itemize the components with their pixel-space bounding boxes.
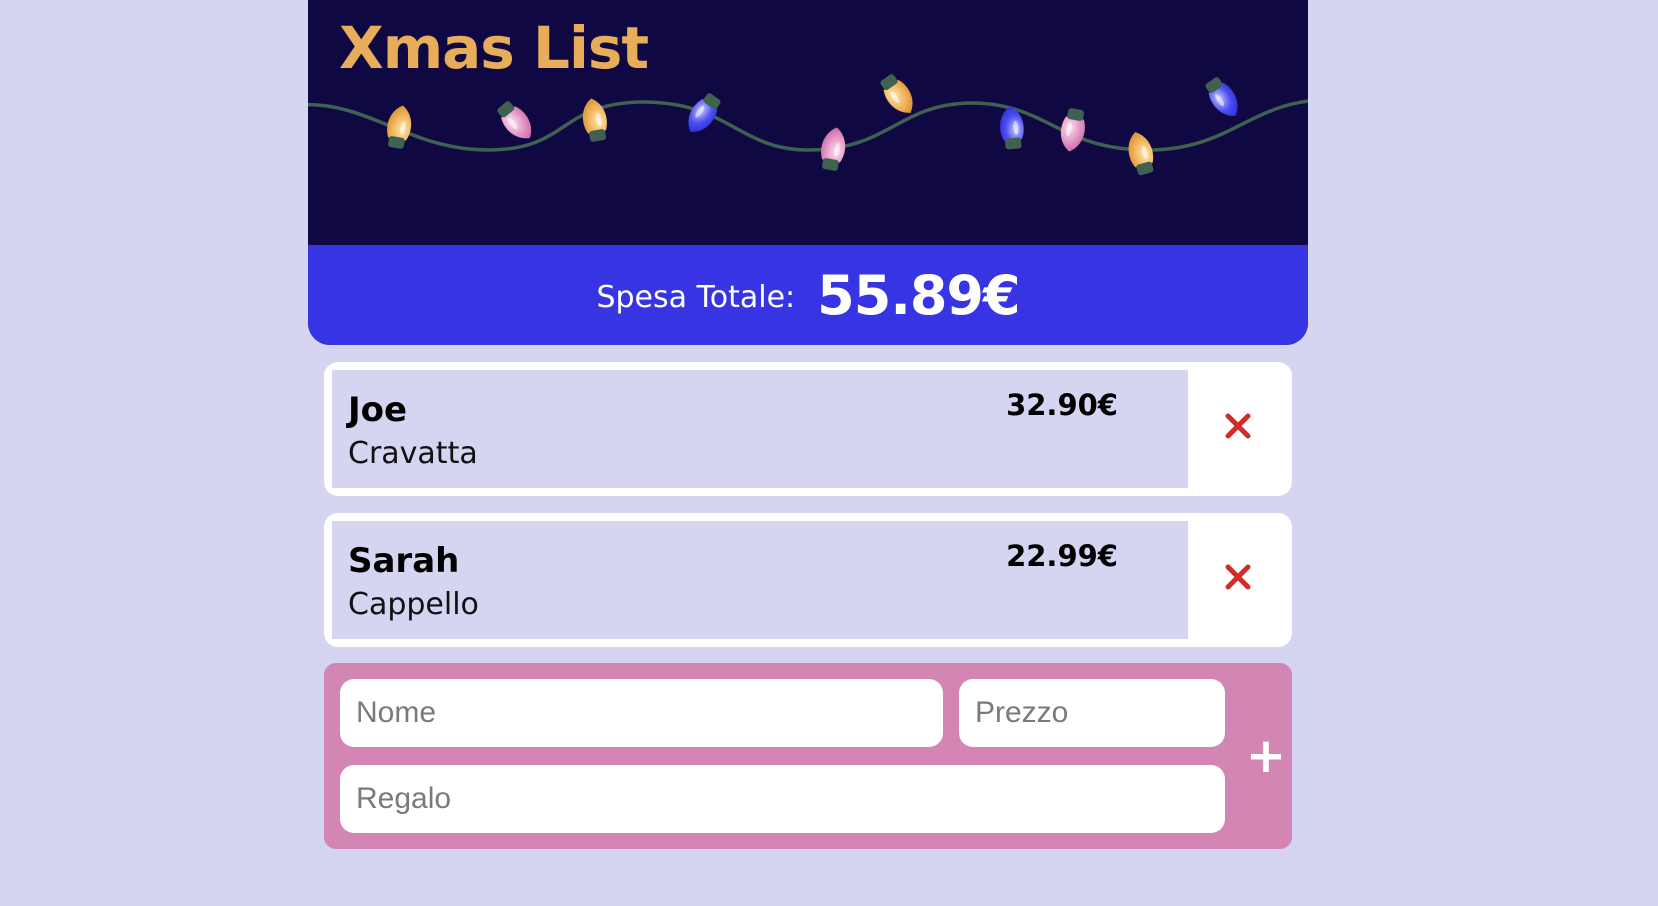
gift-recipient-name: Joe	[348, 390, 408, 430]
gift-item: Cravatta	[348, 436, 478, 471]
light-bulb-icon	[582, 98, 607, 142]
close-icon	[1225, 413, 1251, 439]
delete-button[interactable]	[1218, 557, 1258, 597]
light-bulb-icon	[1205, 77, 1238, 116]
christmas-lights-icon	[308, 74, 1308, 176]
close-icon	[1225, 564, 1251, 590]
light-bulb-icon	[880, 74, 913, 113]
gift-price: 32.90€	[1006, 388, 1118, 422]
header: Xmas List Spesa Totale: 55.89€	[308, 0, 1308, 345]
name-input[interactable]	[340, 679, 943, 747]
gift-card: Sarah Cappello 22.99€	[324, 513, 1292, 647]
gift-recipient-name: Sarah	[348, 541, 460, 581]
light-bulb-icon	[1060, 108, 1085, 152]
light-bulb-icon	[497, 101, 532, 139]
gift-card-content: Sarah Cappello 22.99€	[332, 521, 1188, 639]
xmas-list-app: Xmas List Spesa Totale: 55.89€ Joe Crava…	[308, 0, 1308, 849]
price-input[interactable]	[959, 679, 1225, 747]
gift-input[interactable]	[340, 765, 1225, 833]
gift-price: 22.99€	[1006, 539, 1118, 573]
add-button[interactable]: +	[1246, 728, 1286, 784]
light-bulb-icon	[821, 127, 846, 171]
delete-button[interactable]	[1218, 406, 1258, 446]
total-bar: Spesa Totale: 55.89€	[308, 245, 1308, 345]
light-bulb-icon	[1128, 132, 1154, 176]
light-bulb-icon	[387, 105, 412, 149]
total-value: 55.89€	[817, 263, 1020, 327]
light-bulb-icon	[688, 93, 721, 132]
gift-card: Joe Cravatta 32.90€	[324, 362, 1292, 496]
add-gift-form: +	[324, 663, 1292, 849]
total-label: Spesa Totale:	[596, 279, 796, 315]
gift-item: Cappello	[348, 587, 479, 622]
gift-card-content: Joe Cravatta 32.90€	[332, 370, 1188, 488]
